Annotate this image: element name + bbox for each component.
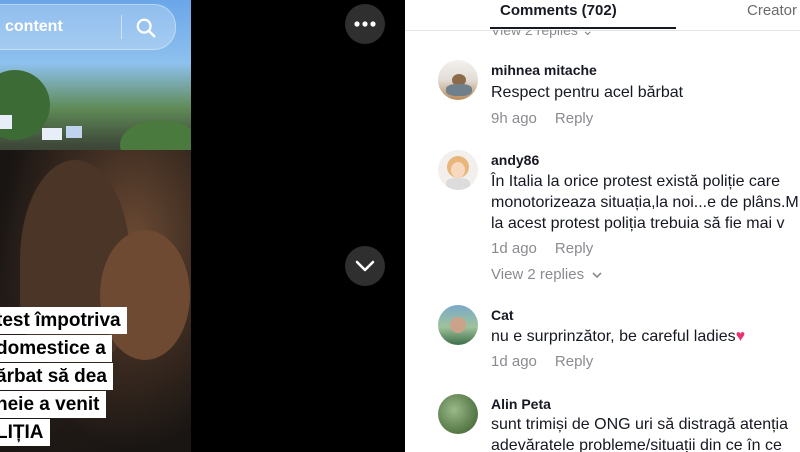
tab-comments[interactable]: Comments (702) [500, 2, 617, 19]
caption-line: domestice a [0, 335, 112, 362]
caption-line: test împotriva [0, 307, 127, 334]
avatar[interactable] [438, 305, 478, 345]
video-player[interactable]: content test împotriva domestice a ărbat… [0, 0, 191, 452]
caption-line: LIȚIA [0, 419, 50, 446]
view-replies-link[interactable]: View 2 replies [491, 266, 602, 283]
comment-meta: 1d ago Reply [491, 353, 593, 370]
view-replies-label: View 2 replies [491, 266, 585, 283]
caption-line: ărbat să dea [0, 363, 113, 390]
comment-meta: 9h ago Reply [491, 110, 593, 127]
protest-sign [0, 115, 12, 129]
comment-author[interactable]: andy86 [491, 152, 539, 168]
comment-text: adevăratele probleme/situații din ce în … [491, 437, 782, 452]
comment-author[interactable]: Cat [491, 307, 514, 323]
comment-meta: 1d ago Reply [491, 240, 593, 257]
protest-sign [42, 128, 62, 140]
avatar[interactable] [438, 60, 478, 100]
active-tab-indicator [490, 27, 676, 29]
comment-time: 1d ago [491, 353, 537, 370]
video-side-area [191, 0, 405, 452]
comment-author[interactable]: mihnea mitache [491, 62, 597, 78]
reply-button[interactable]: Reply [555, 110, 593, 127]
next-video-button[interactable] [345, 246, 385, 286]
more-options-button[interactable] [345, 4, 385, 44]
protest-sign [66, 126, 82, 138]
comment-text: la acest protest poliția trebuia să fie … [491, 215, 785, 232]
avatar[interactable] [438, 150, 478, 190]
search-icon[interactable] [135, 17, 157, 39]
comment-author[interactable]: Alin Peta [491, 396, 551, 412]
comment-text: În Italia la orice protest există poliți… [491, 173, 781, 190]
video-caption: test împotriva domestice a ărbat să dea … [0, 307, 160, 447]
chevron-down-icon [355, 260, 375, 272]
tab-creator[interactable]: Creator [747, 2, 797, 19]
avatar[interactable] [438, 394, 478, 434]
caption-line: heie a venit [0, 391, 106, 418]
comment-time: 1d ago [491, 240, 537, 257]
search-bar[interactable]: content [0, 4, 176, 50]
more-horizontal-icon [354, 21, 376, 27]
comment-time: 9h ago [491, 110, 537, 127]
reply-button[interactable]: Reply [555, 353, 593, 370]
comments-panel: Comments (702) Creator View 2 replies ⌄ … [405, 0, 800, 452]
heart-emoji: ♥ [735, 328, 746, 345]
comment-text: nu e surprinzător, be careful ladies♥ [491, 326, 745, 347]
comment-text: Respect pentru acel bărbat [491, 84, 684, 101]
comment-text-body: nu e surprinzător, be careful ladies [491, 328, 736, 345]
reply-button[interactable]: Reply [555, 240, 593, 257]
search-divider [121, 15, 122, 39]
comment-text: monotorizeaza situația,la noi...e de plâ… [491, 194, 799, 211]
panel-tabs: Comments (702) Creator [405, 0, 800, 31]
chevron-down-icon [592, 272, 602, 279]
comment-text: sunt trimiși de ONG uri să distragă aten… [491, 416, 789, 433]
search-input[interactable]: content [5, 18, 63, 36]
